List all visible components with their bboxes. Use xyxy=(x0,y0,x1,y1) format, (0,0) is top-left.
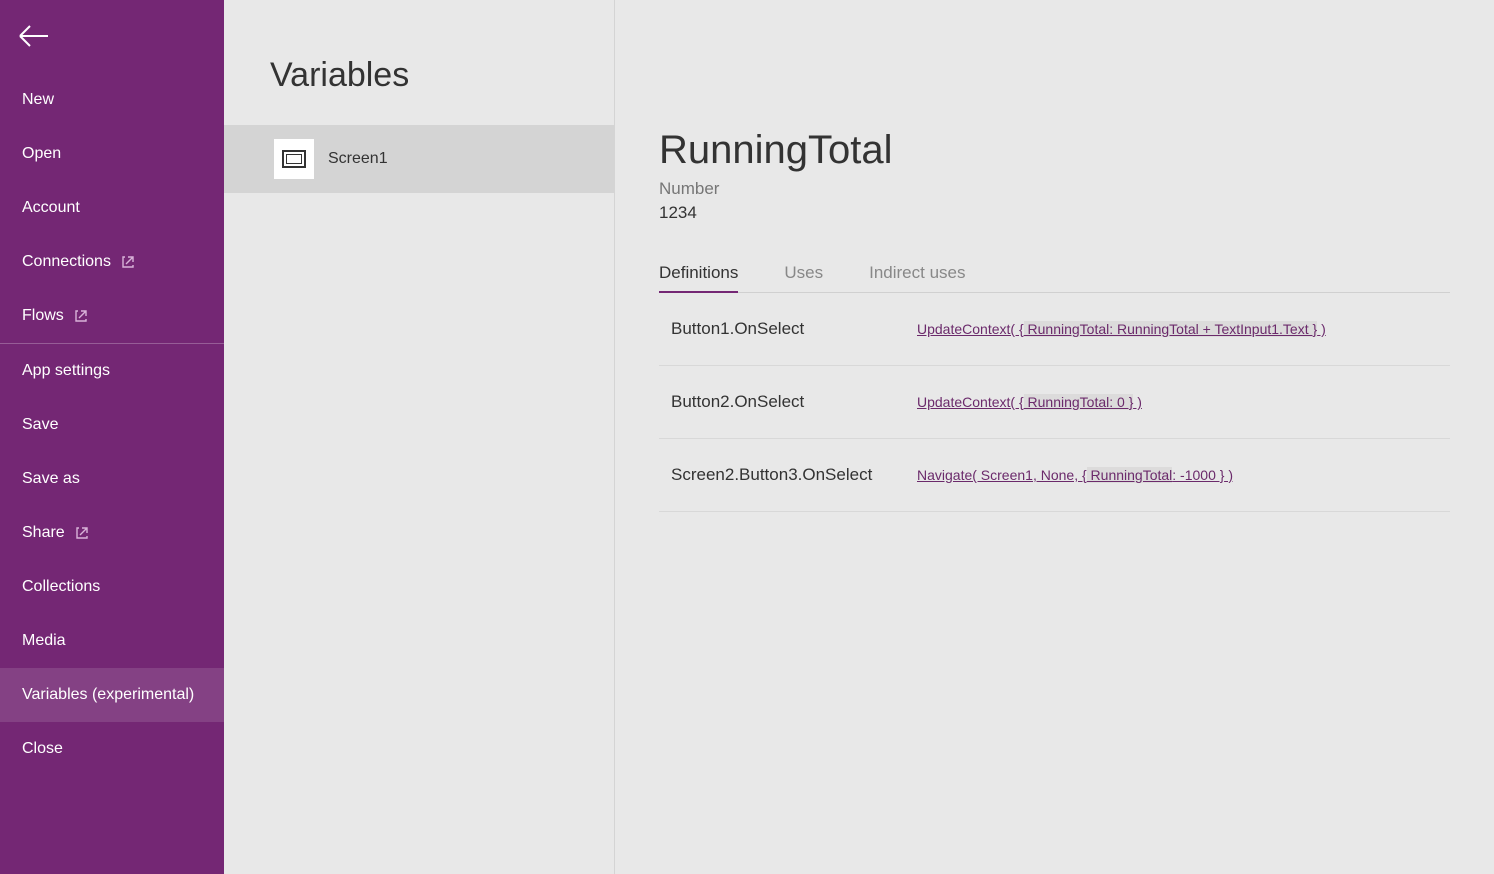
sidebar-item-label: New xyxy=(22,91,54,109)
sidebar-item-label: Collections xyxy=(22,578,100,596)
screen-icon xyxy=(274,139,314,179)
definition-source: Button2.OnSelect xyxy=(671,392,917,412)
sidebar-item-variables-experimental-[interactable]: Variables (experimental) xyxy=(0,668,224,722)
screen-label: Screen1 xyxy=(328,150,388,168)
sidebar-item-connections[interactable]: Connections xyxy=(0,235,224,289)
sidebar-item-open[interactable]: Open xyxy=(0,127,224,181)
sidebar-item-label: App settings xyxy=(22,362,110,380)
tab-indirect-uses[interactable]: Indirect uses xyxy=(869,263,965,292)
sidebar-item-flows[interactable]: Flows xyxy=(0,289,224,343)
sidebar-item-share[interactable]: Share xyxy=(0,506,224,560)
variable-tabs: Definitions Uses Indirect uses xyxy=(659,263,1450,293)
external-link-icon xyxy=(74,309,88,323)
definition-formula-link[interactable]: UpdateContext( { RunningTotal: 0 } ) xyxy=(917,394,1142,410)
sidebar-item-label: Media xyxy=(22,632,66,650)
external-link-icon xyxy=(121,255,135,269)
back-arrow-icon xyxy=(18,35,50,52)
variable-detail-pane: RunningTotal Number 1234 Definitions Uses… xyxy=(615,0,1494,874)
sidebar-item-account[interactable]: Account xyxy=(0,181,224,235)
variable-value: 1234 xyxy=(659,203,1450,223)
definition-source: Screen2.Button3.OnSelect xyxy=(671,465,917,485)
definition-row: Button1.OnSelectUpdateContext( { Running… xyxy=(659,293,1450,366)
definition-row: Button2.OnSelectUpdateContext( { Running… xyxy=(659,366,1450,439)
definitions-list: Button1.OnSelectUpdateContext( { Running… xyxy=(659,293,1450,512)
variable-type: Number xyxy=(659,179,1450,199)
definition-source: Button1.OnSelect xyxy=(671,319,917,339)
tab-definitions[interactable]: Definitions xyxy=(659,263,738,293)
sidebar-item-label: Save as xyxy=(22,470,80,488)
sidebar-item-label: Flows xyxy=(22,307,64,325)
mid-column-title: Variables xyxy=(224,0,614,125)
sidebar-item-media[interactable]: Media xyxy=(0,614,224,668)
back-button[interactable] xyxy=(0,0,224,73)
sidebar-item-label: Account xyxy=(22,199,80,217)
screen-list-item[interactable]: Screen1 xyxy=(224,125,614,193)
variables-screen-list: Variables Screen1 xyxy=(224,0,615,874)
definition-formula-link[interactable]: Navigate( Screen1, None, { RunningTotal:… xyxy=(917,467,1233,483)
sidebar-item-collections[interactable]: Collections xyxy=(0,560,224,614)
sidebar-item-label: Open xyxy=(22,145,61,163)
sidebar-item-save-as[interactable]: Save as xyxy=(0,452,224,506)
sidebar-item-label: Save xyxy=(22,416,58,434)
tab-uses[interactable]: Uses xyxy=(784,263,823,292)
sidebar-item-save[interactable]: Save xyxy=(0,398,224,452)
file-menu-sidebar: New Open Account Connections Flows App settin… xyxy=(0,0,224,874)
sidebar-item-label: Variables (experimental) xyxy=(22,686,194,704)
sidebar-item-label: Close xyxy=(22,740,63,758)
variable-name: RunningTotal xyxy=(659,0,1450,173)
sidebar-item-new[interactable]: New xyxy=(0,73,224,127)
sidebar-item-label: Share xyxy=(22,524,65,542)
sidebar-item-label: Connections xyxy=(22,253,111,271)
definition-formula-link[interactable]: UpdateContext( { RunningTotal: RunningTo… xyxy=(917,321,1326,337)
sidebar-item-app-settings[interactable]: App settings xyxy=(0,344,224,398)
sidebar-item-close[interactable]: Close xyxy=(0,722,224,776)
external-link-icon xyxy=(75,526,89,540)
definition-row: Screen2.Button3.OnSelectNavigate( Screen… xyxy=(659,439,1450,512)
